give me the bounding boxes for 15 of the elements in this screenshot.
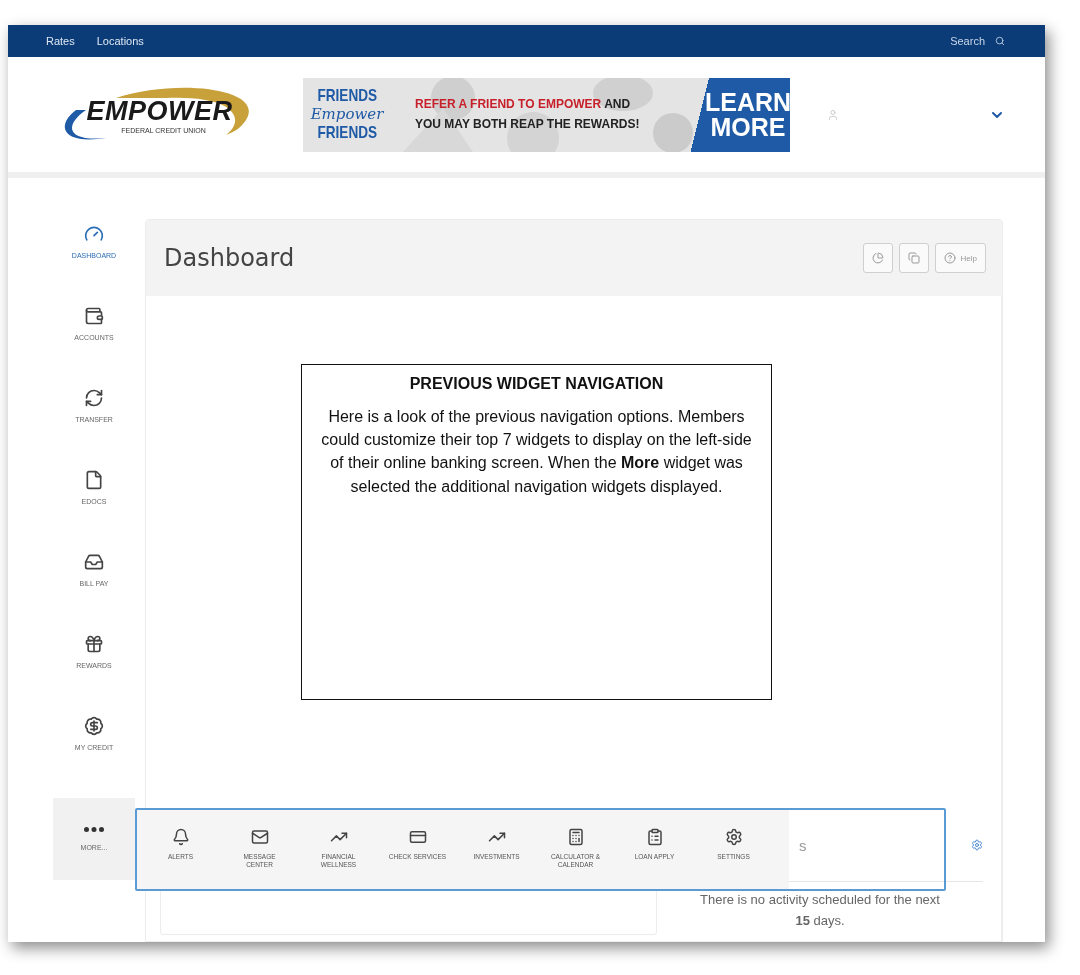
banner-text: FRIENDS: [317, 123, 377, 143]
learn-more-link[interactable]: LEARN MORE: [690, 77, 790, 152]
top-nav-link[interactable]: Locations: [96, 35, 144, 47]
top-nav-link[interactable]: Rates: [46, 35, 75, 47]
logo-text: EMPOWER: [86, 95, 233, 127]
page-title: Dashboard: [164, 244, 295, 272]
banner-text: FRIENDS: [317, 86, 377, 106]
annotation-title: PREVIOUS WIDGET NAVIGATION: [408, 375, 665, 393]
widget-heading: s: [799, 836, 807, 854]
banner-message: YOU MAY BOTH REAP THE REWARDS!: [415, 115, 641, 133]
search-link[interactable]: Search: [950, 35, 1005, 47]
annotation-text: Here is a look of the previous navigation options. Members could customize their top 7 widgets to display on the left-side of their online banking screen. When the More widget was selected the additional navigation widgets displayed.: [320, 407, 753, 497]
activity-message: There is no activity scheduled for the next 15 days.: [699, 891, 941, 930]
banner-text: Empower: [310, 105, 384, 124]
banner-message: REFER A FRIEND TO EMPOWER AND: [415, 96, 632, 114]
